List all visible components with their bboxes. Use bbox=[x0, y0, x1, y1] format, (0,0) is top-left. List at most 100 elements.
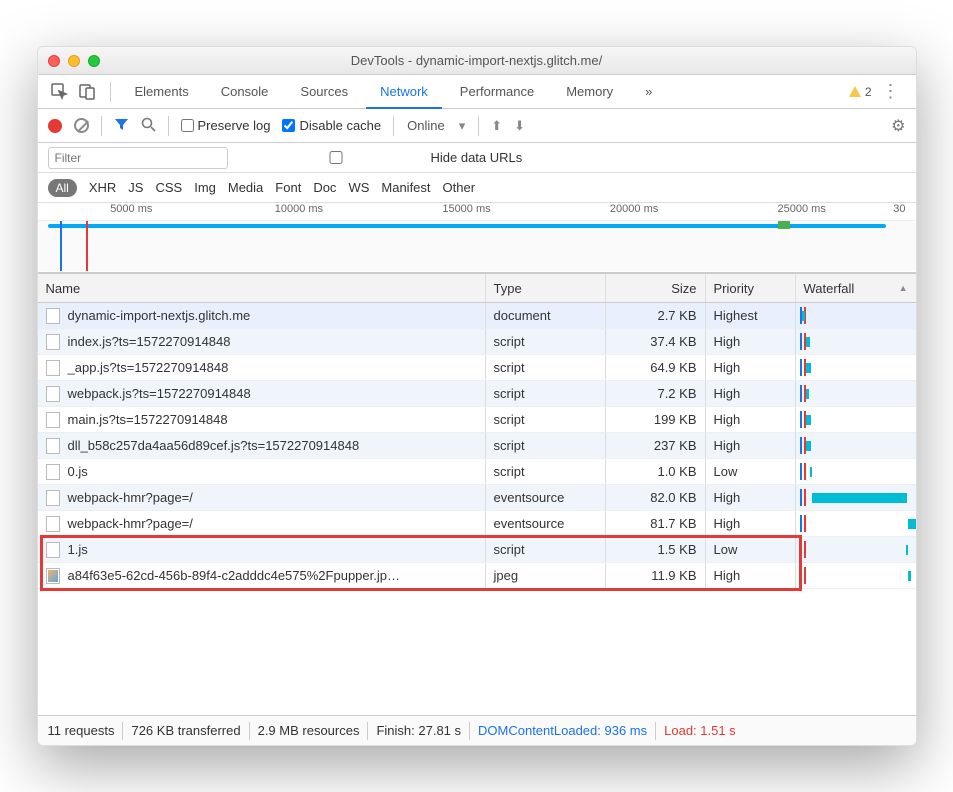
col-name[interactable]: Name bbox=[38, 274, 486, 302]
cell-name: main.js?ts=1572270914848 bbox=[68, 412, 228, 427]
divider bbox=[367, 722, 368, 740]
tab-network[interactable]: Network bbox=[366, 76, 442, 109]
cell-name: index.js?ts=1572270914848 bbox=[68, 334, 231, 349]
search-icon[interactable] bbox=[141, 117, 156, 135]
throttling-select[interactable]: Online ▾ bbox=[406, 117, 466, 135]
cell-waterfall bbox=[796, 459, 916, 484]
toggle-device-icon[interactable] bbox=[76, 80, 100, 104]
status-dcl: DOMContentLoaded: 936 ms bbox=[478, 723, 647, 738]
close-window-button[interactable] bbox=[48, 55, 60, 67]
wf-dcl-tick bbox=[800, 437, 802, 454]
table-row[interactable]: index.js?ts=1572270914848 script 37.4 KB… bbox=[38, 329, 916, 355]
table-row[interactable]: 0.js script 1.0 KB Low bbox=[38, 459, 916, 485]
tab-sources[interactable]: Sources bbox=[286, 76, 362, 107]
settings-menu-icon[interactable]: ⋮ bbox=[876, 81, 906, 102]
cell-waterfall bbox=[796, 355, 916, 380]
minimize-window-button[interactable] bbox=[68, 55, 80, 67]
wf-dcl-tick bbox=[800, 385, 802, 402]
window-title: DevTools - dynamic-import-nextjs.glitch.… bbox=[38, 53, 916, 68]
preserve-log-checkbox[interactable]: Preserve log bbox=[181, 118, 271, 133]
tab-elements[interactable]: Elements bbox=[121, 76, 203, 107]
col-waterfall-label: Waterfall bbox=[804, 281, 855, 296]
clear-button[interactable] bbox=[74, 118, 89, 133]
table-row[interactable]: webpack-hmr?page=/ eventsource 81.7 KB H… bbox=[38, 511, 916, 537]
col-type[interactable]: Type bbox=[486, 274, 606, 302]
wf-bar bbox=[906, 545, 908, 555]
wf-dcl-tick bbox=[800, 541, 802, 558]
cell-waterfall bbox=[796, 381, 916, 406]
table-row[interactable]: _app.js?ts=1572270914848 script 64.9 KB … bbox=[38, 355, 916, 381]
wf-bar bbox=[806, 363, 811, 373]
timeline-tick: 5000 ms bbox=[48, 203, 216, 220]
timeline-tick: 10000 ms bbox=[215, 203, 383, 220]
col-waterfall[interactable]: Waterfall ▲ bbox=[796, 274, 916, 302]
cell-priority: High bbox=[706, 329, 796, 354]
type-img[interactable]: Img bbox=[194, 180, 216, 195]
record-button[interactable] bbox=[48, 119, 62, 133]
upload-har-icon[interactable]: ⬆ bbox=[491, 118, 502, 134]
type-xhr[interactable]: XHR bbox=[89, 180, 116, 195]
type-ws[interactable]: WS bbox=[348, 180, 369, 195]
file-icon bbox=[46, 438, 60, 454]
type-other[interactable]: Other bbox=[443, 180, 476, 195]
col-size[interactable]: Size bbox=[606, 274, 706, 302]
col-priority[interactable]: Priority bbox=[706, 274, 796, 302]
type-doc[interactable]: Doc bbox=[313, 180, 336, 195]
chevron-down-icon: ▾ bbox=[459, 118, 466, 134]
warnings-badge[interactable]: 2 bbox=[849, 85, 872, 99]
type-all[interactable]: All bbox=[48, 179, 77, 197]
hide-data-urls-checkbox[interactable]: Hide data URLs bbox=[246, 150, 523, 165]
disable-cache-checkbox[interactable]: Disable cache bbox=[282, 118, 381, 133]
status-transferred: 726 KB transferred bbox=[131, 723, 240, 738]
table-row[interactable]: dll_b58c257da4aa56d89cef.js?ts=157227091… bbox=[38, 433, 916, 459]
tab-more[interactable]: » bbox=[631, 76, 666, 107]
type-media[interactable]: Media bbox=[228, 180, 263, 195]
type-manifest[interactable]: Manifest bbox=[381, 180, 430, 195]
table-row[interactable]: webpack.js?ts=1572270914848 script 7.2 K… bbox=[38, 381, 916, 407]
cell-waterfall bbox=[796, 511, 916, 536]
table-row[interactable]: dynamic-import-nextjs.glitch.me document… bbox=[38, 303, 916, 329]
wf-dcl-tick bbox=[800, 489, 802, 506]
tab-memory[interactable]: Memory bbox=[552, 76, 627, 107]
status-resources: 2.9 MB resources bbox=[258, 723, 360, 738]
filter-input[interactable] bbox=[48, 147, 228, 169]
table-row[interactable]: a84f63e5-62cd-456b-89f4-c2adddc4e575%2Fp… bbox=[38, 563, 916, 589]
type-css[interactable]: CSS bbox=[155, 180, 182, 195]
zoom-window-button[interactable] bbox=[88, 55, 100, 67]
timeline-chunk bbox=[778, 221, 790, 229]
divider bbox=[469, 722, 470, 740]
status-bar: 11 requests 726 KB transferred 2.9 MB re… bbox=[38, 715, 916, 745]
tab-performance[interactable]: Performance bbox=[446, 76, 548, 107]
table-row[interactable]: webpack-hmr?page=/ eventsource 82.0 KB H… bbox=[38, 485, 916, 511]
divider bbox=[655, 722, 656, 740]
wf-load-tick bbox=[804, 567, 806, 584]
wf-dcl-tick bbox=[800, 463, 802, 480]
table-row[interactable]: 1.js script 1.5 KB Low bbox=[38, 537, 916, 563]
warning-count: 2 bbox=[865, 85, 872, 99]
cell-name: webpack-hmr?page=/ bbox=[68, 516, 193, 531]
table-header: Name Type Size Priority Waterfall ▲ bbox=[38, 273, 916, 303]
cell-size: 199 KB bbox=[606, 407, 706, 432]
warning-icon bbox=[849, 86, 861, 97]
wf-load-tick bbox=[804, 515, 806, 532]
cell-size: 64.9 KB bbox=[606, 355, 706, 380]
traffic-lights bbox=[48, 55, 100, 67]
network-settings-icon[interactable]: ⚙ bbox=[891, 116, 905, 136]
tab-console[interactable]: Console bbox=[207, 76, 283, 107]
inspect-element-icon[interactable] bbox=[48, 80, 72, 104]
type-js[interactable]: JS bbox=[128, 180, 143, 195]
file-icon bbox=[46, 360, 60, 376]
filter-toggle-icon[interactable] bbox=[114, 117, 129, 135]
preserve-log-label: Preserve log bbox=[198, 118, 271, 133]
timeline-overview[interactable]: 5000 ms 10000 ms 15000 ms 20000 ms 25000… bbox=[38, 203, 916, 273]
cell-type: script bbox=[486, 381, 606, 406]
cell-name: 1.js bbox=[68, 542, 88, 557]
cell-type: script bbox=[486, 459, 606, 484]
table-row[interactable]: main.js?ts=1572270914848 script 199 KB H… bbox=[38, 407, 916, 433]
cell-type: script bbox=[486, 355, 606, 380]
divider bbox=[478, 116, 479, 136]
download-har-icon[interactable]: ⬇ bbox=[514, 118, 525, 134]
wf-bar bbox=[812, 493, 907, 503]
type-font[interactable]: Font bbox=[275, 180, 301, 195]
wf-dcl-tick bbox=[800, 411, 802, 428]
